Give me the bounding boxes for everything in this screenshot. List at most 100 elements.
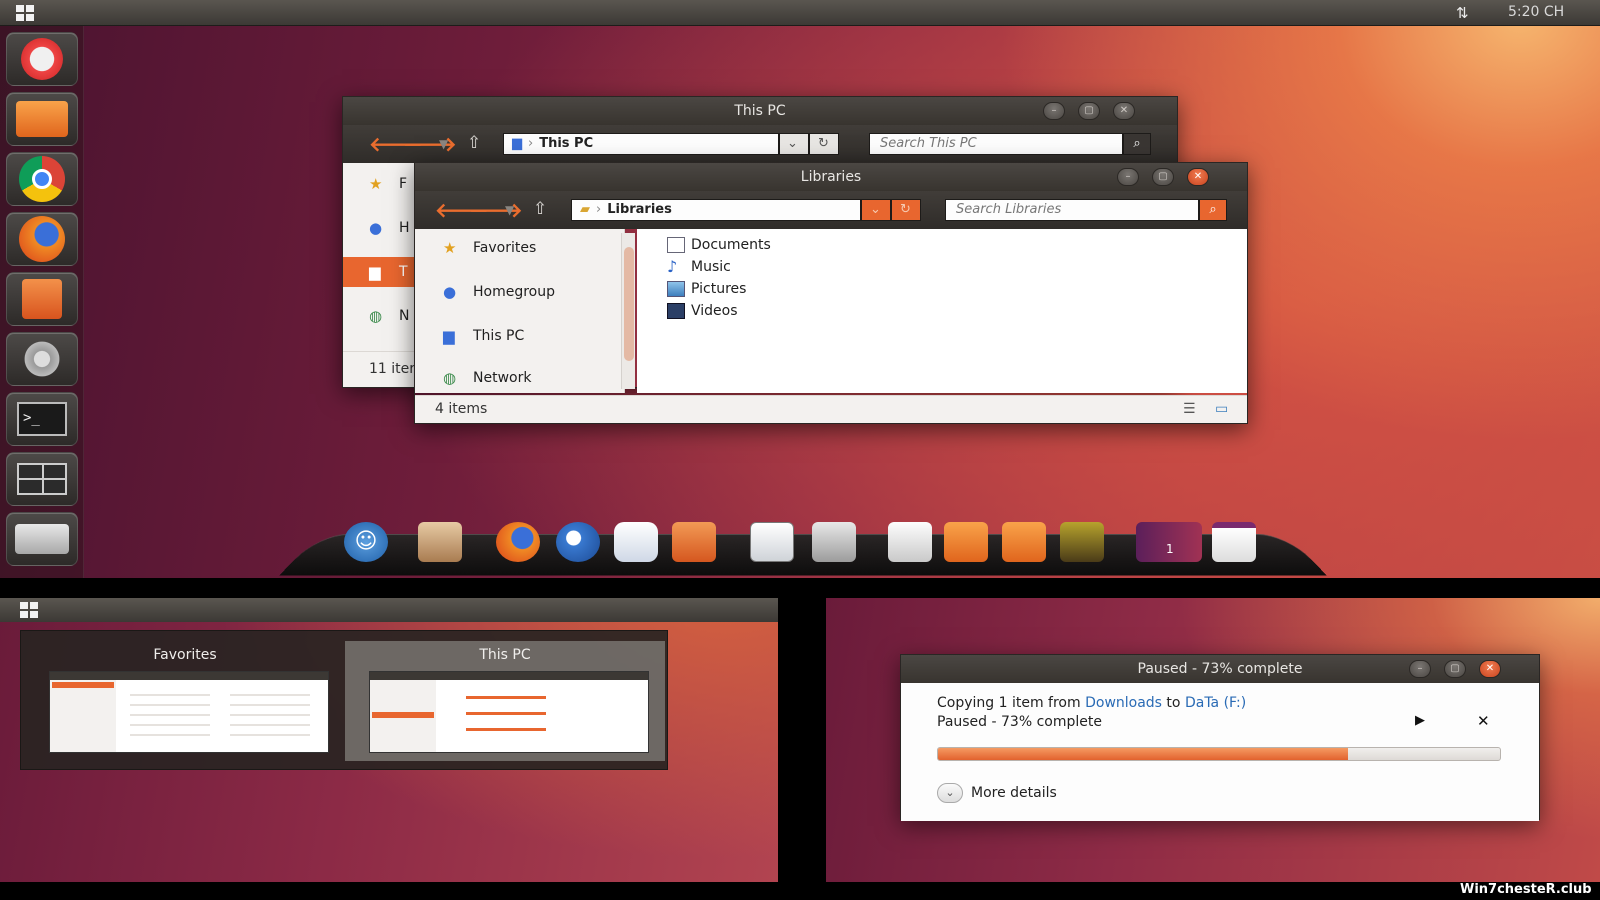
- up-arrow-icon[interactable]: ⇧: [467, 133, 481, 153]
- launcher-dash-home[interactable]: [6, 32, 78, 86]
- search-icon[interactable]: ⌕: [1123, 133, 1151, 155]
- store-icon[interactable]: [672, 522, 716, 562]
- nav-item-favorites[interactable]: ★ Favorites: [415, 233, 624, 263]
- documents-icon: [667, 237, 685, 253]
- text-editor-icon[interactable]: [888, 522, 932, 562]
- chrome-icon: [19, 156, 65, 202]
- taskbar: [0, 598, 778, 622]
- desktop: ⇅ 5:20 CH >_ This PC – ▢ ✕ 🡐 🡒 ▼ ⇧ ▆ › T…: [0, 0, 1600, 578]
- close-button[interactable]: ✕: [1479, 660, 1501, 678]
- nav-item-homegroup[interactable]: ● Homegroup: [415, 277, 624, 307]
- dialog-title: Paused - 73% complete: [1137, 661, 1303, 677]
- nav-item-selected[interactable]: ▆ T: [343, 257, 422, 287]
- close-button[interactable]: ✕: [1113, 102, 1135, 120]
- minimize-button[interactable]: –: [1409, 660, 1431, 678]
- address-bar[interactable]: ▆ › This PC: [503, 133, 779, 155]
- up-arrow-icon[interactable]: ⇧: [533, 199, 547, 219]
- document-viewer-icon[interactable]: [750, 522, 794, 562]
- file-icon[interactable]: [418, 522, 462, 562]
- maximize-button[interactable]: ▢: [1444, 660, 1466, 678]
- toolbar: 🡐 🡒 ▼ ⇧ ▆ › This PC ⌄ ↻ Search This PC ⌕: [343, 125, 1177, 163]
- destination-link[interactable]: DaTa (F:): [1185, 695, 1246, 711]
- computer-icon: ▆: [512, 136, 522, 151]
- launcher-terminal[interactable]: >_: [6, 392, 78, 446]
- firefox-icon[interactable]: [496, 522, 540, 562]
- history-chevron-icon[interactable]: ▼: [439, 137, 448, 151]
- scrollbar-thumb[interactable]: [624, 247, 634, 361]
- thunderbird-icon[interactable]: [556, 522, 600, 562]
- dialog-body: Copying 1 item from Downloads to DaTa (F…: [901, 683, 1539, 821]
- workspaces-icon[interactable]: 1: [1136, 522, 1202, 562]
- alt-tab-preview: Favorites This PC: [0, 598, 778, 882]
- window-icon[interactable]: [1212, 522, 1256, 562]
- refresh-icon[interactable]: ↻: [809, 133, 839, 155]
- details-view-icon[interactable]: ☰: [1183, 396, 1196, 422]
- launcher-drive[interactable]: [6, 512, 78, 566]
- search-icon[interactable]: ⌕: [1199, 199, 1227, 221]
- network-arrows-icon[interactable]: ⇅: [1456, 4, 1469, 22]
- downloads-folder-icon[interactable]: [1002, 522, 1046, 562]
- windows-logo-icon[interactable]: [16, 5, 34, 21]
- sidebar: ★ Favorites ● Homegroup ▆ This PC ◍ Netw…: [415, 229, 635, 393]
- nav-item[interactable]: ◍ N: [343, 301, 422, 331]
- progress-bar: [937, 747, 1501, 761]
- launcher-firefox[interactable]: [6, 212, 78, 266]
- launcher-files[interactable]: [6, 92, 78, 146]
- hard-drive-icon: [15, 524, 69, 554]
- dialog-title-bar: Paused - 73% complete – ▢ ✕: [901, 655, 1539, 683]
- toolbar: 🡐 🡒 ▼ ⇧ ▰ › Libraries ⌄ ↻ Search Libraries…: [415, 191, 1247, 229]
- large-icons-view-icon[interactable]: ▭: [1215, 396, 1228, 422]
- address-dropdown-icon[interactable]: ⌄: [779, 133, 809, 155]
- history-chevron-icon[interactable]: ▼: [505, 203, 514, 217]
- sidebar-scrollbar[interactable]: [621, 233, 635, 389]
- forward-arrow-icon[interactable]: 🡒: [469, 198, 523, 222]
- launcher-software-center[interactable]: [6, 272, 78, 326]
- nav-item-network[interactable]: ◍ Network: [415, 363, 624, 393]
- address-bar[interactable]: ▰ › Libraries: [571, 199, 861, 221]
- minimize-button[interactable]: –: [1117, 168, 1139, 186]
- progress-fill: [938, 748, 1349, 760]
- address-crumb[interactable]: Libraries: [607, 202, 672, 217]
- status-bar: 4 items ☰ ▭: [415, 395, 1247, 423]
- source-link[interactable]: Downloads: [1085, 695, 1162, 711]
- launcher-chrome[interactable]: [6, 152, 78, 206]
- settings-tools-icon: [20, 337, 64, 381]
- chat-icon[interactable]: [614, 522, 658, 562]
- more-details-link[interactable]: More details: [971, 785, 1057, 801]
- photos-icon[interactable]: [1060, 522, 1104, 562]
- firefox-icon: [19, 216, 65, 262]
- address-crumb[interactable]: This PC: [539, 136, 593, 151]
- close-button[interactable]: ✕: [1187, 168, 1209, 186]
- forward-arrow-icon[interactable]: 🡒: [403, 132, 457, 156]
- nav-item[interactable]: ★ F: [343, 169, 422, 199]
- calculator-icon[interactable]: [812, 522, 856, 562]
- address-dropdown-icon[interactable]: ⌄: [861, 199, 891, 221]
- refresh-icon[interactable]: ↻: [891, 199, 921, 221]
- switcher-item-favorites[interactable]: Favorites: [25, 641, 345, 761]
- clock[interactable]: 5:20 CH: [1508, 4, 1564, 20]
- backup-folder-icon[interactable]: [944, 522, 988, 562]
- accessibility-icon[interactable]: ☺: [344, 522, 388, 562]
- windows-logo-icon[interactable]: [20, 602, 38, 618]
- launcher-workspace-switcher[interactable]: [6, 452, 78, 506]
- close-icon[interactable]: ✕: [1477, 712, 1490, 730]
- network-icon: ◍: [443, 369, 457, 387]
- maximize-button[interactable]: ▢: [1152, 168, 1174, 186]
- switcher-item-this-pc[interactable]: This PC: [345, 641, 665, 761]
- folder-icon: [16, 101, 68, 137]
- libraries-icon: ▰: [580, 202, 590, 217]
- chevron-down-icon[interactable]: ⌄: [937, 783, 963, 803]
- maximize-button[interactable]: ▢: [1078, 102, 1100, 120]
- videos-icon: [667, 303, 685, 319]
- launcher-system-settings[interactable]: [6, 332, 78, 386]
- play-icon[interactable]: ▶: [1415, 713, 1425, 728]
- search-input[interactable]: Search This PC: [869, 133, 1123, 155]
- nav-item-this-pc[interactable]: ▆ This PC: [415, 321, 624, 351]
- nav-item[interactable]: ● H: [343, 213, 422, 243]
- homegroup-icon: ●: [369, 219, 383, 237]
- terminal-icon: >_: [17, 402, 67, 436]
- star-icon: ★: [443, 239, 457, 257]
- minimize-button[interactable]: –: [1043, 102, 1065, 120]
- search-input[interactable]: Search Libraries: [945, 199, 1199, 221]
- status-item-count: 4 items: [435, 401, 488, 417]
